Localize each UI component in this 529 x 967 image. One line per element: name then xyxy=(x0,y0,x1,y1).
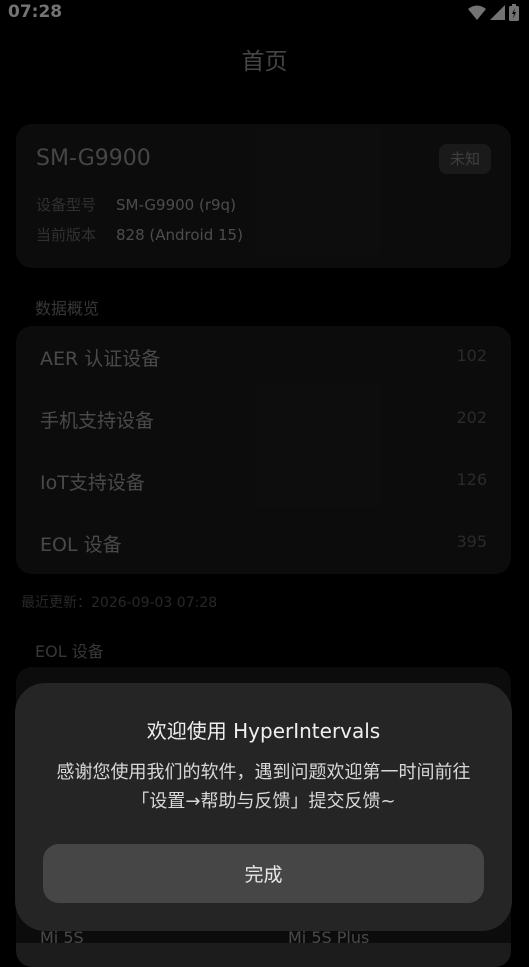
device-version-value: 828 (Android 15) xyxy=(116,226,243,244)
overview-row-phone[interactable]: 手机支持设备 202 xyxy=(16,388,511,450)
device-model-value: SM-G9900 (r9q) xyxy=(116,196,236,214)
device-model-label: 设备型号 xyxy=(36,196,97,214)
overview-row-value: 202 xyxy=(456,408,487,427)
status-icons xyxy=(468,4,519,21)
overview-row-label: IoT支持设备 xyxy=(40,472,145,494)
overview-row-label: 手机支持设备 xyxy=(40,410,155,432)
overview-row-value: 102 xyxy=(456,346,487,365)
overview-card: AER 认证设备 102 手机支持设备 202 IoT支持设备 126 EOL … xyxy=(16,326,511,574)
device-version-row: 当前版本 828 (Android 15) xyxy=(36,224,243,245)
page-title: 首页 xyxy=(241,49,288,75)
device-model-row: 设备型号 SM-G9900 (r9q) xyxy=(36,194,236,215)
overview-row-aer[interactable]: AER 认证设备 102 xyxy=(16,326,511,388)
dialog-message: 感谢您使用我们的软件，遇到问题欢迎第一时间前往 「设置→帮助与反馈」提交反馈~ xyxy=(35,758,492,816)
overview-row-eol[interactable]: EOL 设备 395 xyxy=(16,512,511,574)
signal-icon xyxy=(490,5,505,20)
last-updated: 最近更新：2026-09-03 07:28 xyxy=(21,595,218,611)
overview-row-label: EOL 设备 xyxy=(40,534,122,556)
device-version-label: 当前版本 xyxy=(36,226,97,244)
overview-section-title: 数据概览 xyxy=(35,299,100,318)
done-button[interactable]: 完成 xyxy=(43,844,484,903)
overview-row-value: 395 xyxy=(456,532,487,551)
overview-row-label: AER 认证设备 xyxy=(40,348,161,370)
dialog-message-line: 感谢您使用我们的软件，遇到问题欢迎第一时间前往 xyxy=(56,762,471,783)
device-name: SM-G9900 xyxy=(36,146,151,171)
dialog-message-line: 「设置→帮助与反馈」提交反馈~ xyxy=(131,791,396,812)
overview-row-iot[interactable]: IoT支持设备 126 xyxy=(16,450,511,512)
battery-icon xyxy=(509,4,519,21)
device-card[interactable]: SM-G9900 未知 设备型号 SM-G9900 (r9q) 当前版本 828 (… xyxy=(16,124,511,268)
overview-row-value: 126 xyxy=(456,470,487,489)
eol-section-title: EOL 设备 xyxy=(35,642,104,661)
wifi-icon xyxy=(468,5,486,20)
status-badge: 未知 xyxy=(438,144,491,174)
dialog-title: 欢迎使用 HyperIntervals xyxy=(146,719,381,743)
status-bar: 07:28 xyxy=(0,0,529,24)
welcome-dialog: 欢迎使用 HyperIntervals 感谢您使用我们的软件，遇到问题欢迎第一时… xyxy=(15,683,512,931)
status-time: 07:28 xyxy=(8,2,63,22)
